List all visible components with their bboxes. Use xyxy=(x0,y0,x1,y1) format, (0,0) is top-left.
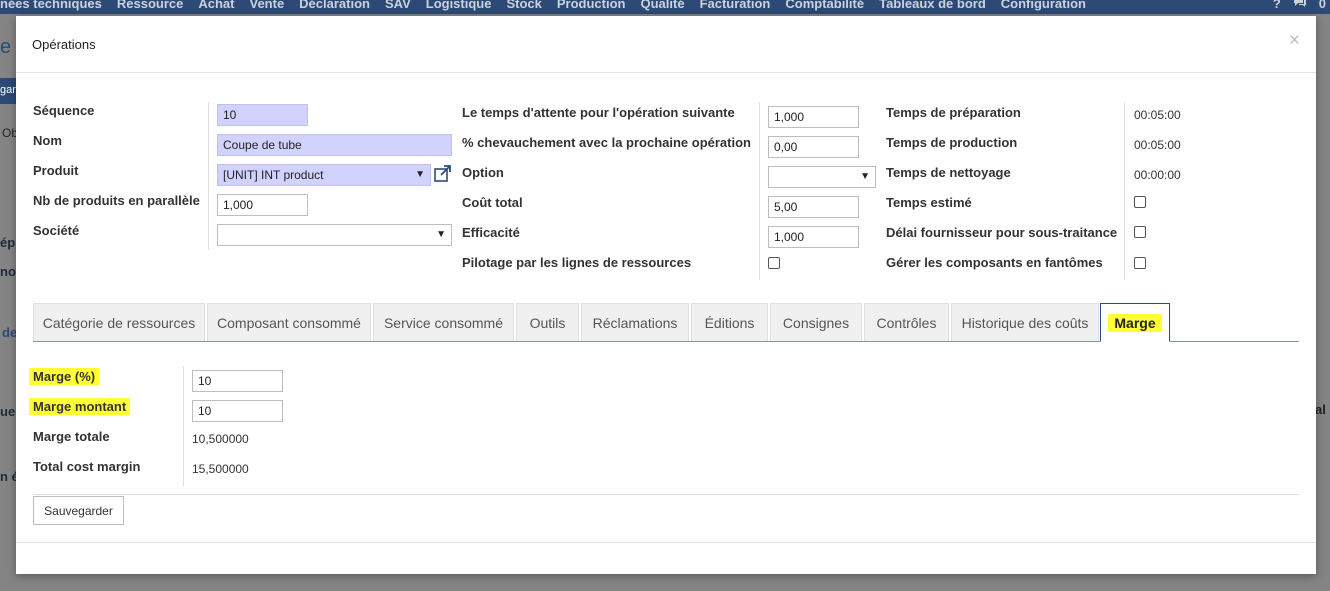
temps-preparation-label: Temps de préparation xyxy=(886,105,1021,120)
temps-estime-checkbox[interactable] xyxy=(1134,196,1146,208)
nav-item-facturation[interactable]: Facturation xyxy=(700,0,771,11)
nav-item-donnees-techniques[interactable]: nées techniques xyxy=(0,0,102,11)
nav-item-tableaux-de-bord[interactable]: Tableaux de bord xyxy=(879,0,986,11)
temps-production-value: 00:05:00 xyxy=(1134,138,1181,152)
background-fragment: no xyxy=(0,264,16,279)
temps-nettoyage-label: Temps de nettoyage xyxy=(886,165,1011,180)
dialog-header: Opérations × xyxy=(16,16,1316,73)
marge-montant-label: Marge montant xyxy=(29,398,131,415)
column-divider xyxy=(208,102,209,250)
nav-item-qualite[interactable]: Qualité xyxy=(640,0,684,11)
chevron-down-icon: ▼ xyxy=(436,229,446,240)
background-fragment: e xyxy=(0,36,12,58)
chat-count: 0 xyxy=(1318,0,1326,11)
nb-produits-parallele-label: Nb de produits en parallèle xyxy=(33,193,200,208)
efficacite-label: Efficacité xyxy=(462,225,520,240)
chevauchement-label: % chevauchement avec la prochaine opérat… xyxy=(462,135,751,150)
nav-item-achat[interactable]: Achat xyxy=(198,0,234,11)
nav-item-configuration[interactable]: Configuration xyxy=(1001,0,1086,11)
temps-preparation-value: 00:05:00 xyxy=(1134,108,1181,122)
tab-reclamations[interactable]: Réclamations xyxy=(581,303,689,341)
background-fragment: de xyxy=(2,325,18,340)
footer-bottom-border xyxy=(16,542,1316,543)
gerer-composants-label: Gérer les composants en fantômes xyxy=(886,255,1103,270)
pilotage-checkbox[interactable] xyxy=(768,257,780,269)
tab-outils[interactable]: Outils xyxy=(516,303,579,341)
societe-label: Société xyxy=(33,223,80,238)
help-icon[interactable]: ? xyxy=(1273,0,1281,11)
nb-produits-parallele-input[interactable]: 1,000 xyxy=(217,194,308,216)
delai-fournisseur-label: Délai fournisseur pour sous-traitance xyxy=(886,225,1118,240)
nav-item-sav[interactable]: SAV xyxy=(385,0,411,11)
temps-attente-label: Le temps d'attente pour l'opération suiv… xyxy=(462,105,735,120)
marge-montant-input[interactable]: 10 xyxy=(192,400,283,422)
nav-item-logistique[interactable]: Logistique xyxy=(426,0,492,11)
background-fragment: ue xyxy=(0,404,16,419)
delai-fournisseur-checkbox[interactable] xyxy=(1134,226,1146,238)
dialog-title: Opérations xyxy=(32,37,96,52)
sequence-label: Séquence xyxy=(33,103,95,118)
efficacite-input[interactable]: 1,000 xyxy=(768,226,859,248)
nav-item-production[interactable]: Production xyxy=(557,0,626,11)
temps-nettoyage-value: 00:00:00 xyxy=(1134,168,1181,182)
nav-item-ressource[interactable]: Ressource xyxy=(117,0,183,11)
footer-separator xyxy=(33,494,1299,495)
gerer-composants-checkbox[interactable] xyxy=(1134,257,1146,269)
total-cost-margin-value: 15,500000 xyxy=(192,462,249,476)
nav-item-stock[interactable]: Stock xyxy=(506,0,541,11)
top-navigation-bar: nées techniques Ressource Achat Vente Dé… xyxy=(0,0,1330,14)
tab-composant-consomme[interactable]: Composant consommé xyxy=(207,303,371,341)
nav-item-comptabilite[interactable]: Comptabilité xyxy=(785,0,864,11)
option-select[interactable]: ▼ xyxy=(768,166,876,188)
nav-item-vente[interactable]: Vente xyxy=(249,0,284,11)
tab-marge-label: Marge xyxy=(1108,313,1162,332)
temps-attente-input[interactable]: 1,000 xyxy=(768,106,859,128)
pilotage-label: Pilotage par les lignes de ressources xyxy=(462,255,692,270)
column-divider xyxy=(759,102,760,280)
temps-production-label: Temps de production xyxy=(886,135,1018,150)
societe-select[interactable]: ▼ xyxy=(217,224,452,246)
close-icon[interactable]: × xyxy=(1289,31,1300,50)
tab-historique-couts[interactable]: Historique des coûts xyxy=(951,303,1099,341)
cout-total-input[interactable]: 5,00 xyxy=(768,196,859,218)
produit-select[interactable]: [UNIT] INT product ▼ xyxy=(217,164,431,186)
marge-totale-label: Marge totale xyxy=(33,429,110,444)
chevron-down-icon: ▼ xyxy=(415,169,425,180)
nom-label: Nom xyxy=(33,133,62,148)
sequence-input[interactable]: 10 xyxy=(217,104,308,126)
option-label: Option xyxy=(462,165,504,180)
marge-pct-input[interactable]: 10 xyxy=(192,370,283,392)
chat-icon[interactable] xyxy=(1293,0,1307,11)
produit-label: Produit xyxy=(33,163,79,178)
save-button[interactable]: Sauvegarder xyxy=(33,496,124,525)
marge-totale-value: 10,500000 xyxy=(192,432,249,446)
produit-select-value: [UNIT] INT product xyxy=(223,168,324,182)
background-fragment: gar xyxy=(0,84,16,96)
column-divider xyxy=(1124,102,1125,280)
marge-pct-label: Marge (%) xyxy=(29,368,100,385)
tab-categorie-ressources[interactable]: Catégorie de ressources xyxy=(33,303,205,341)
cout-total-label: Coût total xyxy=(462,195,523,210)
nom-input[interactable]: Coupe de tube xyxy=(217,134,452,156)
tab-controles[interactable]: Contrôles xyxy=(864,303,949,341)
external-link-icon[interactable] xyxy=(433,164,453,184)
operations-dialog: Opérations × Séquence Nom Produit Nb de … xyxy=(16,16,1316,574)
chevron-down-icon: ▼ xyxy=(860,171,870,182)
nav-item-declaration[interactable]: Déclaration xyxy=(299,0,370,11)
tab-service-consomme[interactable]: Service consommé xyxy=(373,303,514,341)
tab-editions[interactable]: Éditions xyxy=(691,303,768,341)
temps-estime-label: Temps estimé xyxy=(886,195,972,210)
chevauchement-input[interactable]: 0,00 xyxy=(768,136,859,158)
total-cost-margin-label: Total cost margin xyxy=(33,459,141,474)
column-divider xyxy=(183,366,184,486)
background-fragment-right: al d xyxy=(1315,402,1330,417)
tab-marge[interactable]: Marge xyxy=(1100,303,1170,342)
background-fragment: ép xyxy=(0,235,16,250)
tab-consignes[interactable]: Consignes xyxy=(770,303,862,341)
